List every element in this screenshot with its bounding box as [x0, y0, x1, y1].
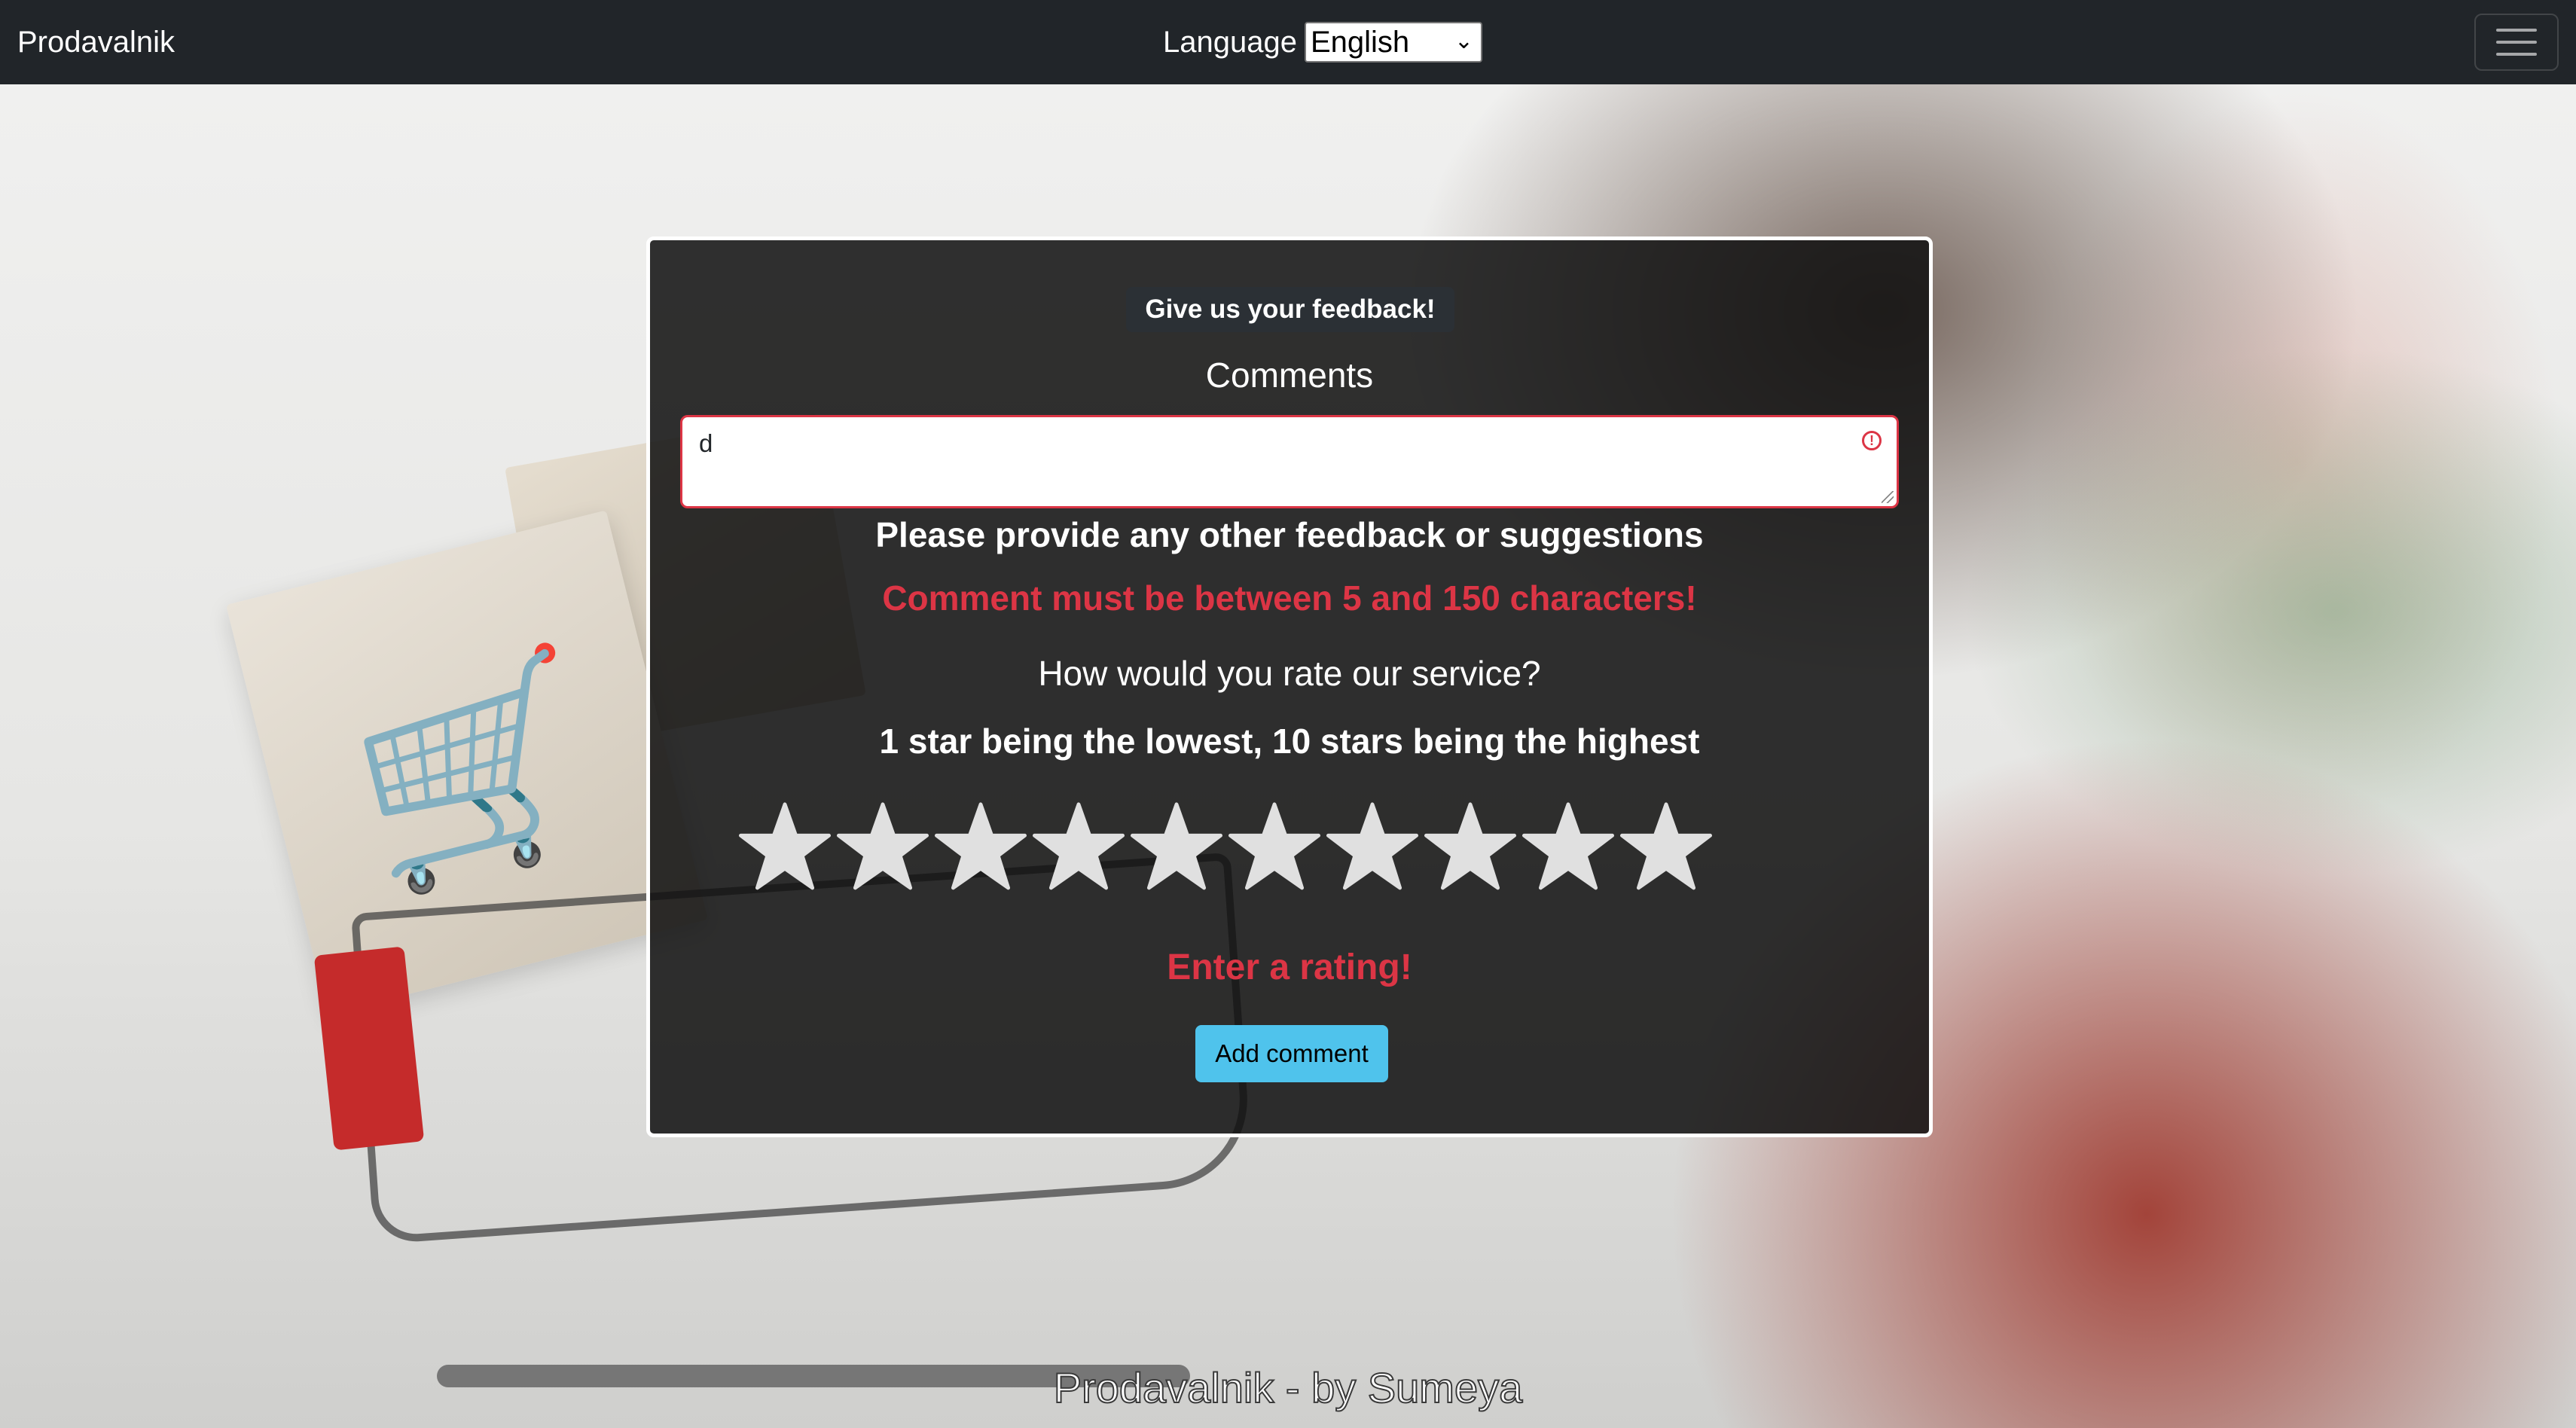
comment-textarea[interactable]: d !	[680, 415, 1899, 508]
feedback-badge: Give us your feedback!	[1126, 287, 1454, 332]
language-switcher: Language English ⌄	[1163, 22, 1482, 63]
comment-textarea-value: d	[699, 429, 713, 457]
star-rating	[739, 801, 1712, 899]
hamburger-icon	[2496, 41, 2537, 44]
resize-handle[interactable]	[1882, 491, 1894, 503]
navbar-brand[interactable]: Prodavalnik	[17, 23, 175, 62]
language-select-value: English	[1310, 25, 1410, 59]
comment-error: Comment must be between 5 and 150 charac…	[882, 578, 1697, 618]
add-comment-button[interactable]: Add comment	[1195, 1025, 1388, 1082]
star-icon[interactable]	[1131, 801, 1222, 892]
feedback-card: Give us your feedback! Comments d ! Plea…	[646, 236, 1933, 1137]
star-icon[interactable]	[1326, 801, 1418, 892]
rating-error: Enter a rating!	[1167, 947, 1412, 987]
star-icon[interactable]	[1228, 801, 1320, 892]
star-icon[interactable]	[1033, 801, 1125, 892]
exclamation-circle-icon: !	[1862, 431, 1882, 450]
star-icon[interactable]	[1424, 801, 1516, 892]
star-icon[interactable]	[1620, 801, 1712, 892]
star-icon[interactable]	[837, 801, 929, 892]
chevron-down-icon: ⌄	[1454, 29, 1473, 53]
star-icon[interactable]	[739, 801, 831, 892]
footer-text: Prodavalnik - by Sumeya	[1053, 1363, 1524, 1412]
rating-scale-note: 1 star being the lowest, 10 stars being …	[879, 722, 1700, 761]
navbar: Prodavalnik Language English ⌄	[0, 0, 2576, 84]
rating-question: How would you rate our service?	[1038, 654, 1541, 693]
hamburger-icon	[2496, 53, 2537, 56]
comments-label: Comments	[1205, 355, 1374, 395]
hamburger-menu-button[interactable]	[2474, 14, 2559, 71]
star-icon[interactable]	[1522, 801, 1614, 892]
language-select[interactable]: English ⌄	[1304, 22, 1482, 63]
star-icon[interactable]	[935, 801, 1027, 892]
comment-hint: Please provide any other feedback or sug…	[875, 515, 1704, 554]
hamburger-icon	[2496, 29, 2537, 32]
language-label: Language	[1163, 25, 1297, 59]
